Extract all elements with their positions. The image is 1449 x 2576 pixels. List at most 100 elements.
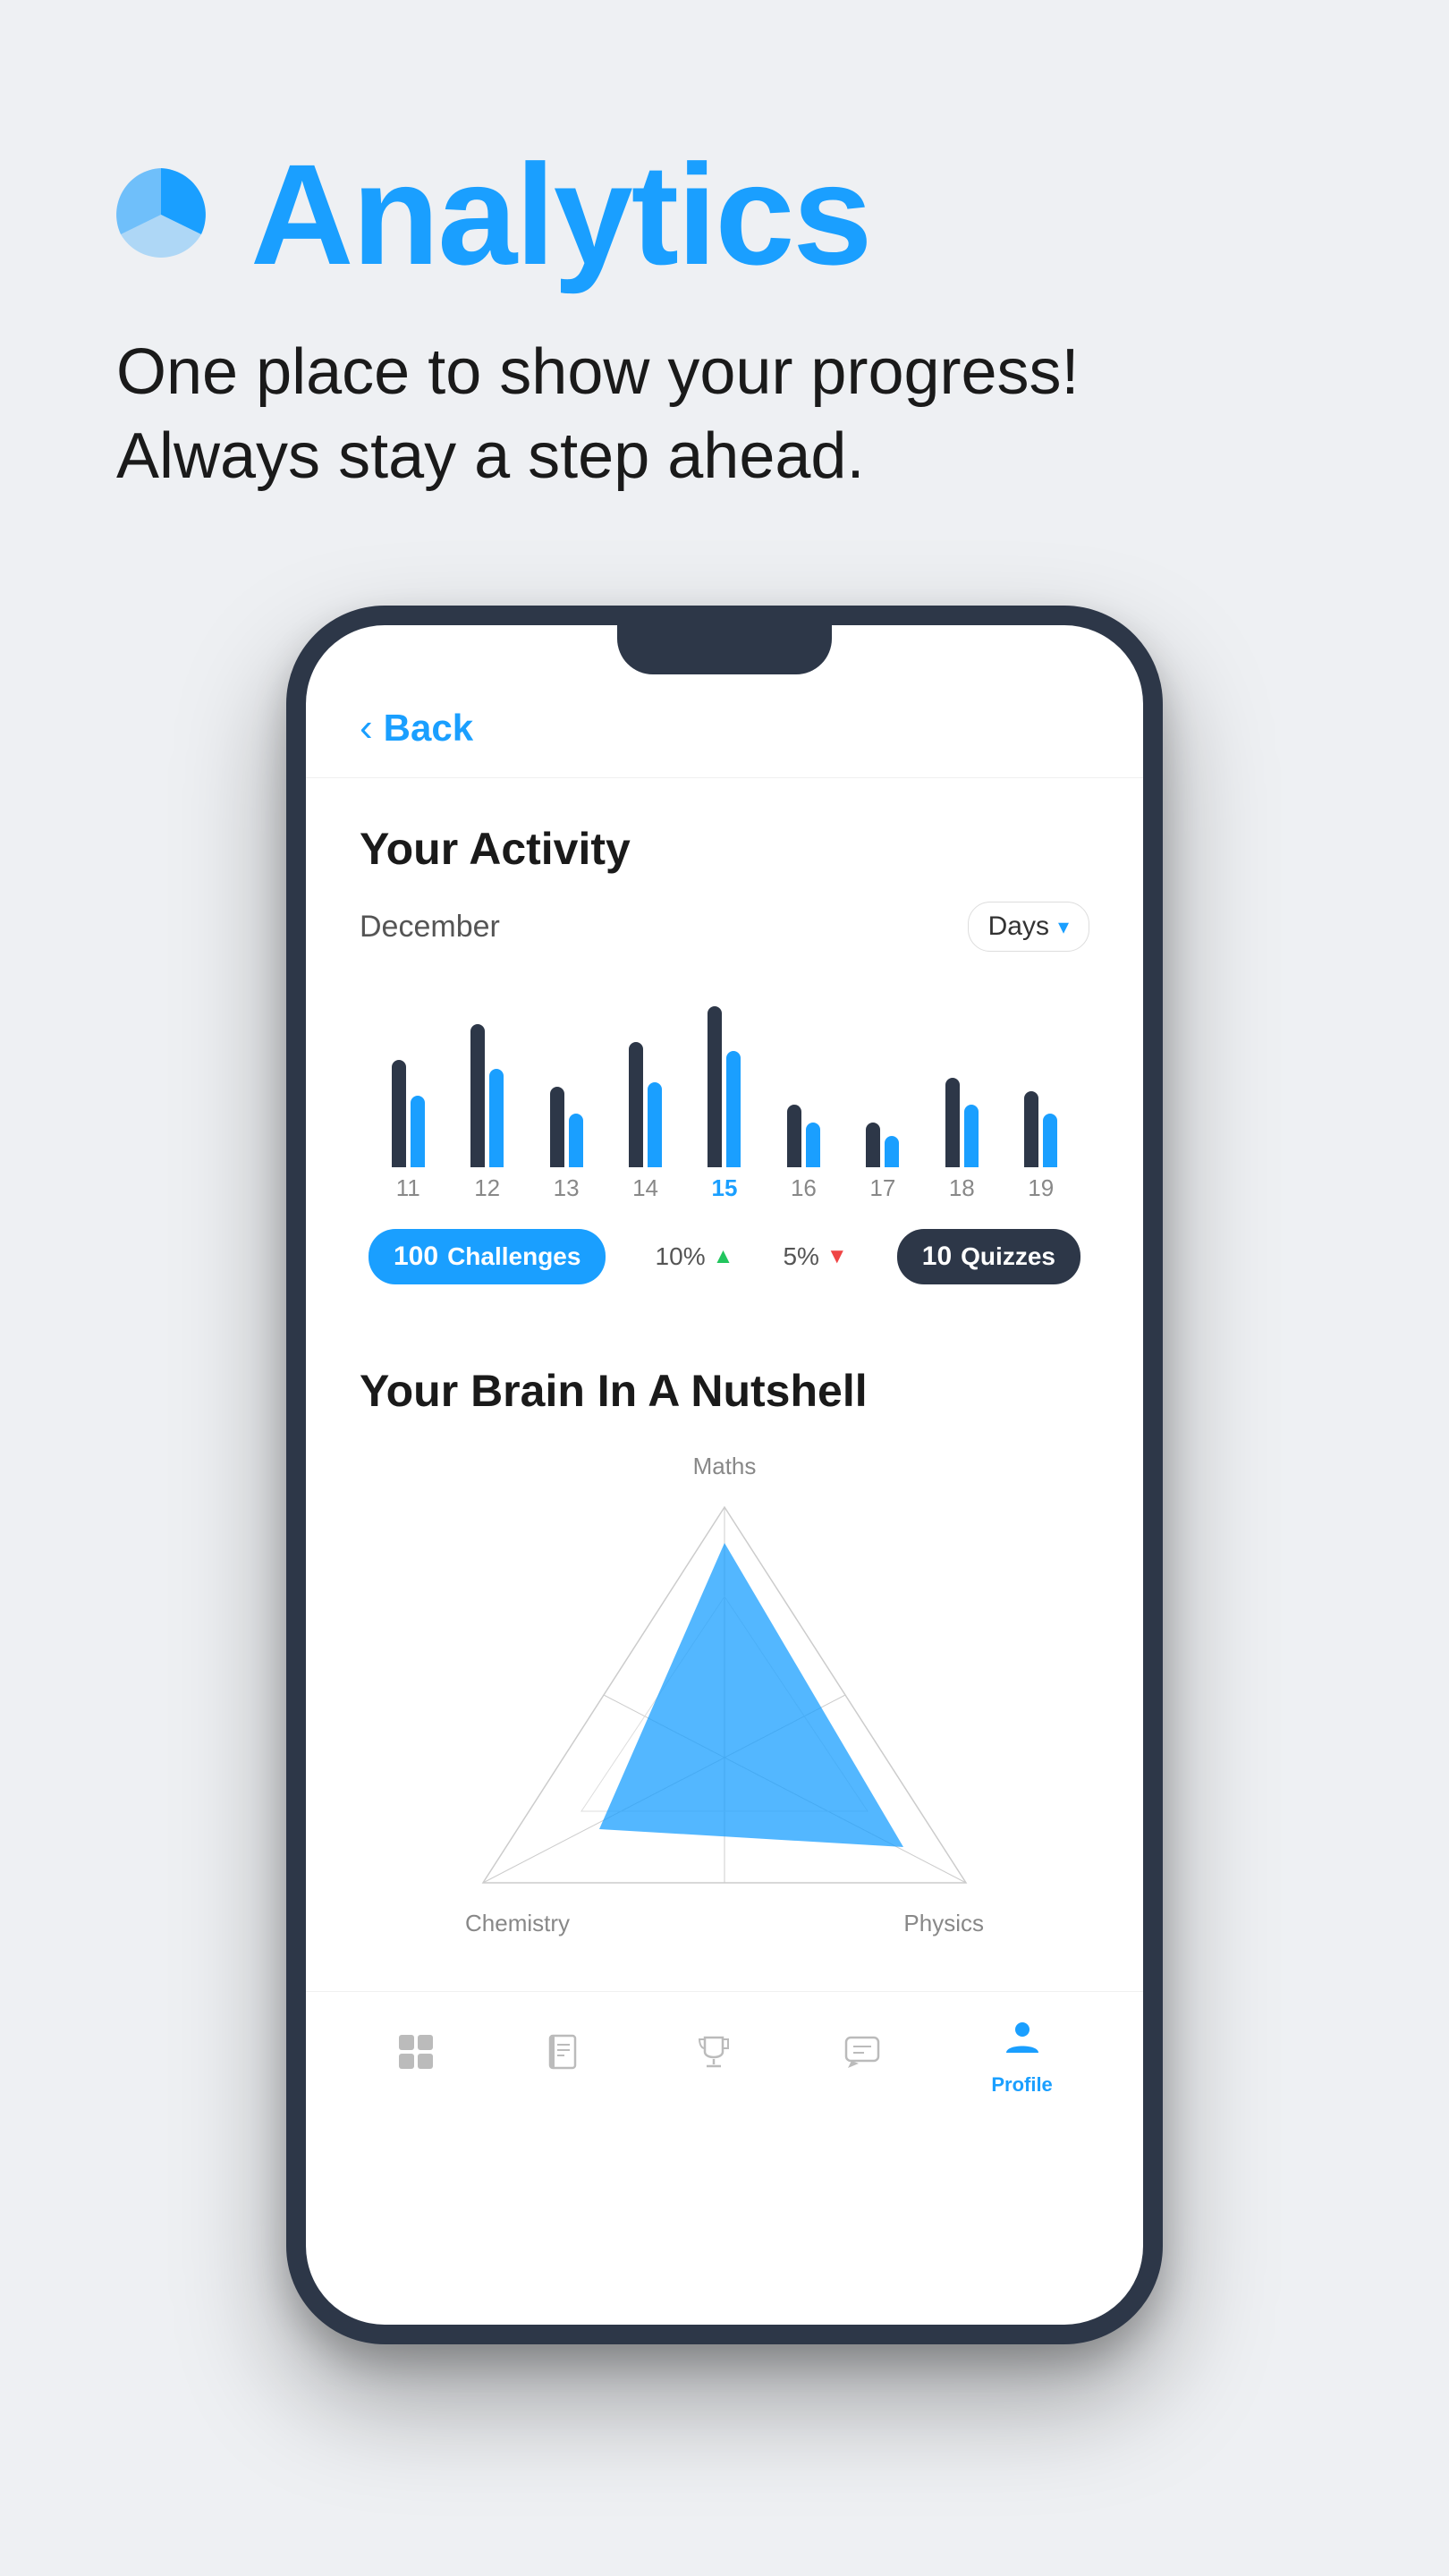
activity-header: December Days ▾ <box>360 902 1089 952</box>
challenges-trend-icon: ▲ <box>713 1244 734 1269</box>
back-chevron-icon: ‹ <box>360 706 373 750</box>
quizzes-label: Quizzes <box>961 1242 1055 1271</box>
bar-group-14: 14 <box>606 988 684 1202</box>
bar-group-12: 12 <box>447 988 526 1202</box>
bar-container-13 <box>550 988 583 1167</box>
bar-blue-14 <box>648 1082 662 1167</box>
bar-label-12: 12 <box>474 1174 500 1202</box>
brain-section: Your Brain In A Nutshell Maths <box>306 1320 1143 1973</box>
bar-label-11: 11 <box>396 1174 420 1202</box>
analytics-pie-icon <box>107 161 215 268</box>
brain-title: Your Brain In A Nutshell <box>360 1365 1089 1417</box>
bar-blue-12 <box>489 1069 504 1167</box>
bar-blue-16 <box>806 1123 820 1167</box>
bar-blue-13 <box>569 1114 583 1167</box>
challenges-badge: 100 Challenges <box>369 1229 606 1284</box>
quizzes-badge: 10 Quizzes <box>897 1229 1080 1284</box>
study-icon <box>545 2032 584 2081</box>
bar-label-15: 15 <box>712 1174 738 1202</box>
bar-dark-15 <box>708 1006 722 1167</box>
nav-item-study[interactable] <box>545 2032 584 2081</box>
triangle-svg-wrapper <box>465 1489 984 1901</box>
bar-label-16: 16 <box>791 1174 817 1202</box>
bar-container-15 <box>708 988 741 1167</box>
back-button[interactable]: ‹ Back <box>360 706 1089 750</box>
bar-label-17: 17 <box>869 1174 895 1202</box>
bar-label-13: 13 <box>554 1174 580 1202</box>
bar-dark-16 <box>787 1105 801 1167</box>
challenges-count: 100 <box>394 1241 438 1272</box>
bar-group-15: 15 <box>685 988 764 1202</box>
bar-container-14 <box>629 988 662 1167</box>
bar-container-16 <box>787 988 820 1167</box>
nav-item-home[interactable] <box>396 2032 436 2081</box>
header-subtitle: One place to show your progress! Always … <box>107 331 1342 498</box>
activity-section: Your Activity December Days ▾ <box>306 778 1143 1320</box>
bar-container-11 <box>392 988 425 1167</box>
triangle-labels-bottom: Chemistry Physics <box>465 1910 984 1937</box>
bar-group-17: 17 <box>843 988 922 1202</box>
quizzes-pct-value: 5% <box>783 1242 818 1271</box>
title-row: Analytics <box>107 143 1342 286</box>
triangle-label-maths: Maths <box>693 1453 757 1480</box>
page-title: Analytics <box>250 143 870 286</box>
screen-content: ‹ Back Your Activity December Days ▾ <box>306 625 1143 2122</box>
bar-dark-19 <box>1024 1091 1038 1167</box>
days-label: Days <box>988 911 1049 942</box>
bar-dark-14 <box>629 1042 643 1167</box>
stats-row: 100 Challenges 10% ▲ 5% ▼ 10 <box>360 1229 1089 1284</box>
days-dropdown[interactable]: Days ▾ <box>968 902 1089 952</box>
bar-container-19 <box>1024 988 1057 1167</box>
bar-blue-15 <box>726 1051 741 1167</box>
quizzes-pct: 5% ▼ <box>783 1242 847 1271</box>
bar-blue-18 <box>964 1105 979 1167</box>
home-icon <box>396 2032 436 2081</box>
bar-dark-13 <box>550 1087 564 1167</box>
nav-item-profile[interactable]: Profile <box>991 2017 1052 2097</box>
bar-dark-17 <box>866 1123 880 1167</box>
bar-group-19: 19 <box>1002 988 1080 1202</box>
quizzes-count: 10 <box>922 1241 952 1272</box>
chat-icon <box>843 2032 882 2081</box>
triangle-chart: Maths <box>360 1453 1089 1937</box>
phone-screen: ‹ Back Your Activity December Days ▾ <box>306 625 1143 2325</box>
month-label: December <box>360 910 500 945</box>
phone-notch <box>617 625 832 674</box>
bar-label-18: 18 <box>949 1174 975 1202</box>
triangle-svg <box>465 1489 984 1901</box>
back-label: Back <box>384 707 473 750</box>
profile-nav-label: Profile <box>991 2073 1052 2097</box>
bottom-nav: Profile <box>306 1991 1143 2122</box>
bar-chart: 11 12 <box>360 987 1089 1202</box>
bar-container-18 <box>945 988 979 1167</box>
bar-container-17 <box>866 988 899 1167</box>
profile-icon <box>1003 2017 1042 2066</box>
bar-group-16: 16 <box>764 988 843 1202</box>
dropdown-arrow-icon: ▾ <box>1058 914 1069 940</box>
triangle-label-physics: Physics <box>903 1910 984 1937</box>
bar-blue-19 <box>1043 1114 1057 1167</box>
triangle-label-chemistry: Chemistry <box>465 1910 570 1937</box>
nav-item-chat[interactable] <box>843 2032 882 2081</box>
bar-group-13: 13 <box>527 988 606 1202</box>
bar-group-11: 11 <box>369 988 447 1202</box>
page-header: Analytics One place to show your progres… <box>0 0 1449 552</box>
bar-label-14: 14 <box>632 1174 658 1202</box>
trophy-icon <box>694 2032 733 2081</box>
bar-group-18: 18 <box>922 988 1001 1202</box>
nav-item-rank[interactable] <box>694 2032 733 2081</box>
bar-dark-12 <box>470 1024 485 1167</box>
bar-blue-11 <box>411 1096 425 1167</box>
quizzes-trend-icon: ▼ <box>826 1244 848 1269</box>
challenges-label: Challenges <box>447 1242 580 1271</box>
bar-label-19: 19 <box>1028 1174 1054 1202</box>
challenges-pct-value: 10% <box>656 1242 706 1271</box>
phone-mockup-wrapper: ‹ Back Your Activity December Days ▾ <box>0 552 1449 2434</box>
bar-dark-11 <box>392 1060 406 1167</box>
bar-container-12 <box>470 988 504 1167</box>
activity-title: Your Activity <box>360 823 1089 875</box>
phone-outer: ‹ Back Your Activity December Days ▾ <box>286 606 1163 2344</box>
challenges-pct: 10% ▲ <box>656 1242 734 1271</box>
bar-dark-18 <box>945 1078 960 1167</box>
bar-blue-17 <box>885 1136 899 1167</box>
